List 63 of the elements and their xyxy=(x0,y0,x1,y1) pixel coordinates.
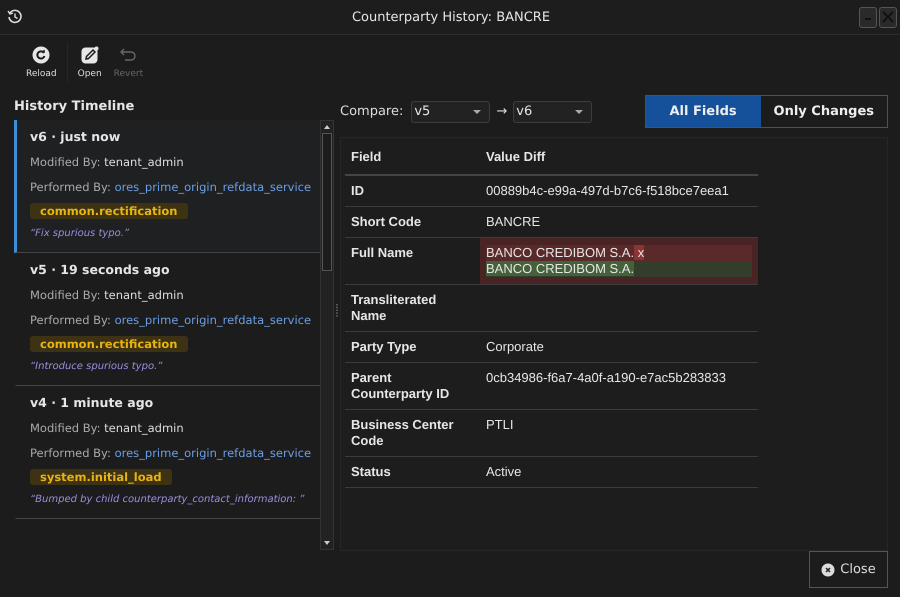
value-cell: BANCRE xyxy=(480,206,758,238)
value-cell: 00889b4c-e99a-497d-b7c6-f518bce7eea1 xyxy=(480,174,758,206)
field-label: Performed By: xyxy=(30,313,111,327)
compare-label: Compare: xyxy=(340,104,404,120)
value-cell: Corporate xyxy=(480,331,758,362)
view-toggle-button[interactable]: All Fields xyxy=(646,96,761,128)
value-cell: 0cb34986-f6a7-4a0f-a190-e7ac5b283833 xyxy=(480,362,758,410)
entry-heading: v5 · 19 seconds ago xyxy=(30,261,171,279)
field-name-cell: Short Code xyxy=(345,206,480,238)
scrollbar[interactable] xyxy=(320,120,334,550)
field-name-cell: Parent Counterparty ID xyxy=(345,362,480,410)
column-header: Field xyxy=(345,142,480,175)
panel-title: History Timeline xyxy=(14,98,136,116)
reload-button[interactable]: Reload xyxy=(20,42,63,83)
minimize-button[interactable] xyxy=(859,6,877,28)
removed-value-text: BANCO CREDIBOM S.A. x xyxy=(486,244,752,261)
close-button[interactable]: Close xyxy=(809,551,888,588)
arrow-text: → xyxy=(496,104,508,120)
window-title: Counterparty History: BANCRE xyxy=(350,10,552,24)
timeline-entry[interactable]: v6 · just now Modified By: tenant_admin Performed By: ores_prime_origin_refdata_service common.rectification “Fix spurious typo.” xyxy=(14,120,320,253)
close-icon xyxy=(882,11,894,23)
change-reason-tag: common.rectification xyxy=(30,336,188,352)
splitter-handle-icon[interactable] xyxy=(336,304,338,318)
field-name-cell: Status xyxy=(345,456,480,488)
field-name-cell: Transliterated Name xyxy=(345,284,480,332)
field-label: Performed By: xyxy=(30,180,111,194)
user-name: tenant_admin xyxy=(104,288,184,302)
entry-heading: v4 · 1 minute ago xyxy=(30,394,154,412)
dropdown-caret-icon xyxy=(472,108,482,115)
close-button[interactable] xyxy=(879,6,897,28)
timeline-entry[interactable]: v4 · 1 minute ago Modified By: tenant_admin Performed By: ores_prime_origin_refdata_service system.initial_load “Bumped by child counterparty_contact_information: ” xyxy=(14,386,320,519)
field-label: Modified By: xyxy=(30,288,100,302)
user-name: tenant_admin xyxy=(104,421,184,435)
field-label: Modified By: xyxy=(30,155,100,169)
field-name-cell: ID xyxy=(345,174,480,206)
field-name-cell: Business Center Code xyxy=(345,409,480,456)
close-icon xyxy=(821,562,836,576)
service-name: ores_prime_origin_refdata_service xyxy=(114,313,312,327)
history-icon xyxy=(7,9,23,25)
field-label: Modified By: xyxy=(30,421,100,435)
user-name: tenant_admin xyxy=(104,155,184,169)
value-cell: PTLI xyxy=(480,409,758,456)
change-reason-tag: common.rectification xyxy=(30,203,188,219)
reload-icon xyxy=(32,46,50,64)
entry-heading: v6 · just now xyxy=(30,128,122,146)
service-name: ores_prime_origin_refdata_service xyxy=(114,446,312,460)
field-label: Performed By: xyxy=(30,446,111,460)
change-reason-tag: system.initial_load xyxy=(30,469,172,485)
scroll-thumb[interactable] xyxy=(322,133,332,271)
open-button[interactable]: Open xyxy=(72,42,108,83)
column-header: Value Diff xyxy=(480,142,758,175)
dropdown-caret-icon xyxy=(574,108,584,115)
field-name-cell: Party Type xyxy=(345,331,480,362)
service-name: ores_prime_origin_refdata_service xyxy=(114,180,312,194)
timeline-entry[interactable]: v5 · 19 seconds ago Modified By: tenant_admin Performed By: ores_prime_origin_refdata_service common.rectification “Introduce spurious typo.” xyxy=(14,253,320,386)
pencil-icon xyxy=(80,46,99,64)
commentary-text: “Bumped by child counterparty_contact_information: ” xyxy=(30,493,306,507)
commentary-text: “Introduce spurious typo.” xyxy=(30,360,164,374)
commentary-text: “Fix spurious typo.” xyxy=(30,227,130,241)
version-dropdown[interactable]: v5 xyxy=(411,100,490,123)
added-value-text: BANCO CREDIBOM S.A. xyxy=(486,260,752,277)
version-dropdown[interactable]: v6 xyxy=(513,100,592,123)
value-cell: Active xyxy=(480,456,758,488)
